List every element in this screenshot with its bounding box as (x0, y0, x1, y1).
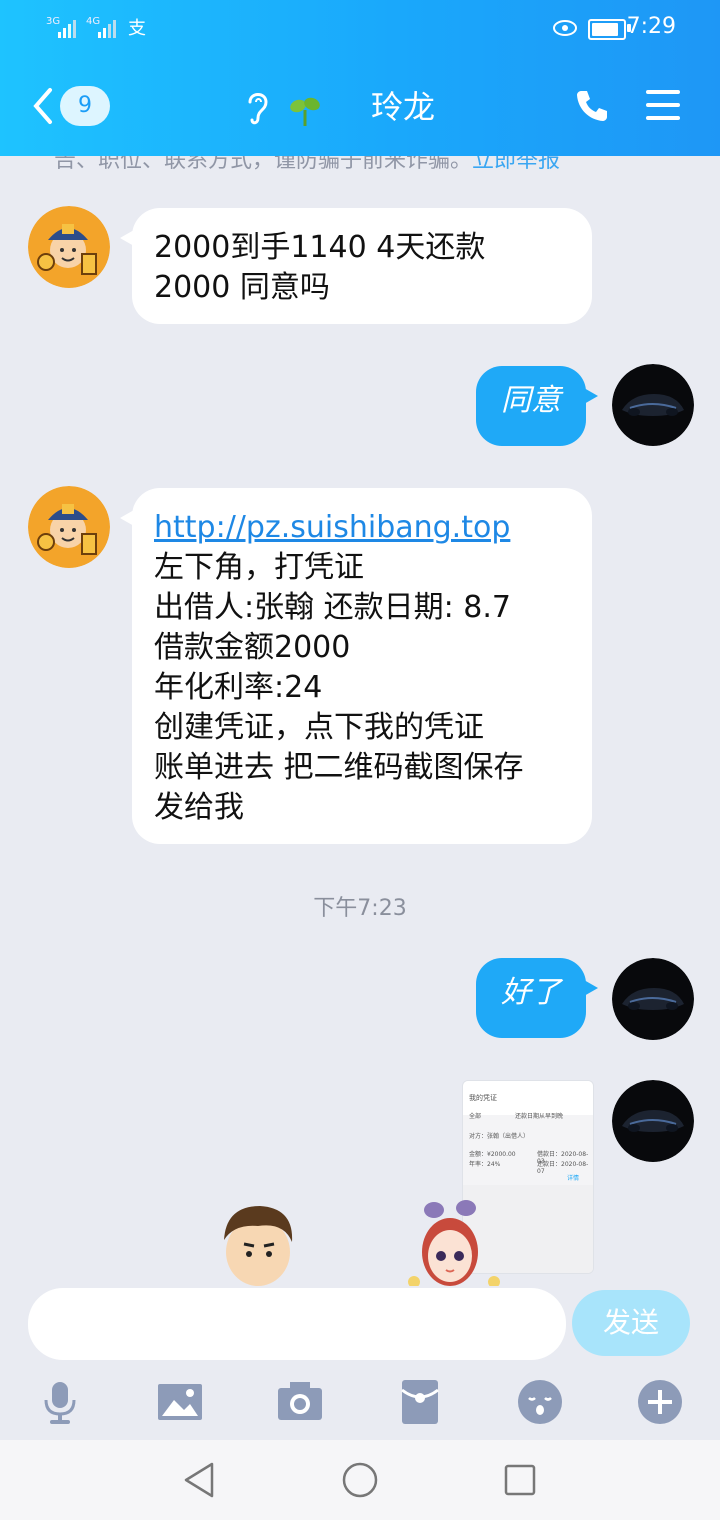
report-link[interactable]: 立即举报 (472, 156, 560, 173)
unread-count-badge[interactable]: 9 (60, 86, 110, 126)
nav-back-icon[interactable] (180, 1460, 220, 1500)
plus-icon[interactable] (636, 1378, 684, 1426)
send-button[interactable]: 发送 (572, 1290, 690, 1356)
my-avatar[interactable] (612, 958, 694, 1040)
contact-avatar[interactable] (28, 206, 110, 288)
status-bar: 3G 4G 支 7:29 (0, 0, 720, 56)
cartoon-boy-sticker (224, 1206, 293, 1286)
message-bubble-incoming[interactable]: 2000到手1140 4天还款 2000 同意吗 (120, 208, 592, 324)
eye-icon (553, 20, 577, 36)
back-chevron-icon[interactable] (30, 86, 54, 126)
signal-icon-2 (98, 20, 116, 38)
nav-recents-icon[interactable] (500, 1460, 540, 1500)
my-avatar[interactable] (612, 364, 694, 446)
alipay-icon: 支 (128, 18, 146, 38)
phone-icon[interactable] (574, 88, 610, 124)
message-input[interactable] (28, 1288, 566, 1360)
contact-name: 玲龙 (370, 88, 435, 126)
signal-icon (58, 20, 76, 38)
battery-icon (588, 19, 626, 40)
chat-header: 3G 4G 支 7:29 9 玲龙 (0, 0, 720, 156)
mic-icon[interactable] (36, 1378, 84, 1426)
input-bar: 发送 (0, 1286, 720, 1440)
red-packet-icon[interactable] (396, 1378, 444, 1426)
nav-home-icon[interactable] (340, 1460, 380, 1500)
safety-notice: 告、职位、联系方式，谨防骗子前来诈骗。立即举报 (0, 156, 720, 176)
message-timestamp: 下午7:23 (313, 896, 407, 921)
message-bubble-outgoing[interactable]: 好了 (476, 958, 598, 1038)
contact-avatar[interactable] (28, 486, 110, 568)
svg-text:支: 支 (128, 18, 146, 38)
message-bubble-incoming[interactable]: http://pz.suishibang.top 左下角，打凭证 出借人:张翰 … (120, 488, 592, 844)
image-icon[interactable] (156, 1378, 204, 1426)
message-bubble-outgoing[interactable]: 同意 (476, 366, 598, 446)
message-link[interactable]: http://pz.suishibang.top (154, 508, 570, 548)
system-nav-bar (0, 1440, 720, 1520)
my-avatar[interactable] (612, 1080, 694, 1162)
clock: 7:29 (626, 14, 676, 39)
camera-icon[interactable] (276, 1378, 324, 1426)
cartoon-girl-sticker (408, 1200, 500, 1286)
emoji-icon[interactable] (516, 1378, 564, 1426)
menu-icon[interactable] (646, 90, 680, 120)
